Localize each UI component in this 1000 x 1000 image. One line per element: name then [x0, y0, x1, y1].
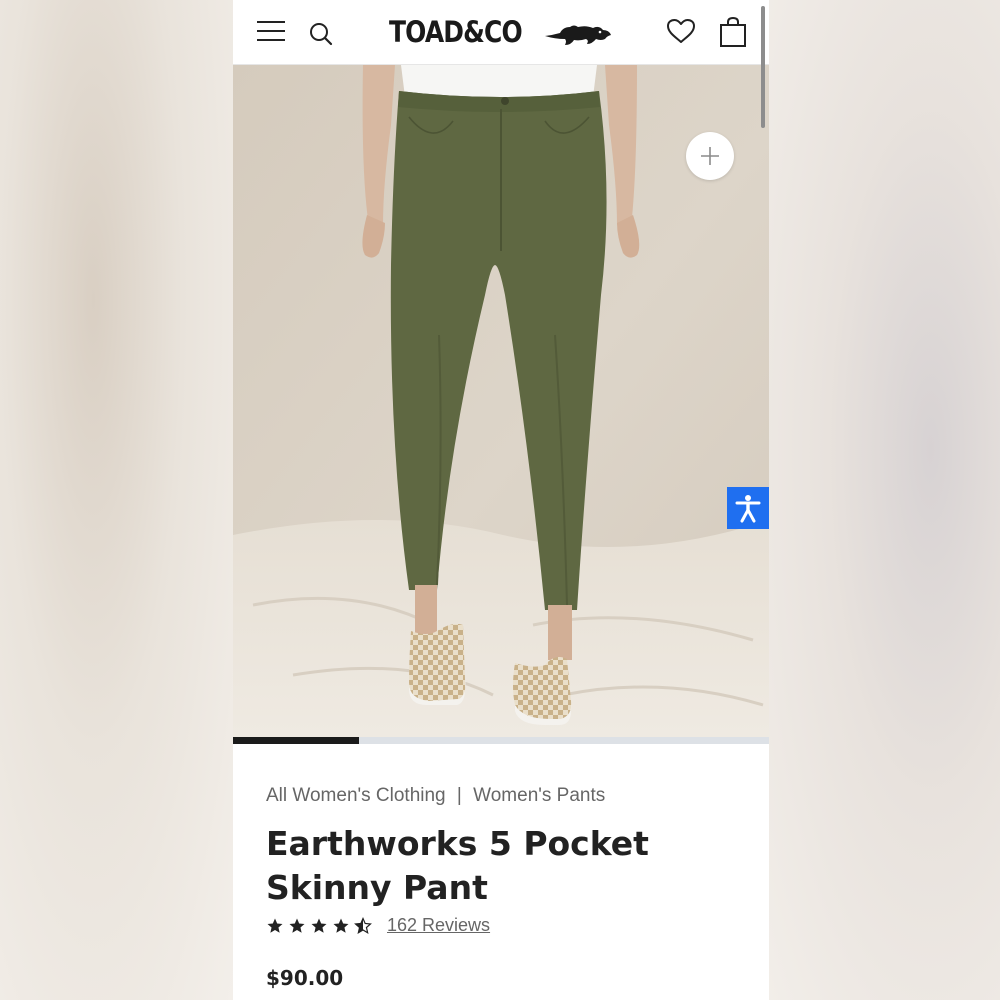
bag-button[interactable]: [715, 14, 751, 50]
product-rating[interactable]: 162 Reviews: [266, 915, 490, 936]
accessibility-button[interactable]: [727, 487, 769, 529]
breadcrumb: All Women's Clothing | Women's Pants: [266, 785, 605, 807]
carousel-progress: [233, 737, 769, 744]
plus-icon: [701, 147, 719, 165]
toad-logo-icon: [545, 25, 611, 45]
half-star-icon: [354, 916, 372, 934]
product-price: $90.00: [266, 966, 344, 990]
site-header: TOAD&CO: [233, 0, 769, 65]
breadcrumb-separator: |: [456, 785, 462, 806]
wishlist-button[interactable]: [663, 14, 699, 50]
heart-icon: [667, 19, 695, 43]
scrollbar-thumb[interactable]: [761, 6, 765, 128]
reviews-link[interactable]: 162 Reviews: [387, 915, 490, 936]
star-icon: [289, 918, 305, 933]
product-image[interactable]: [233, 65, 769, 737]
star-rating: [266, 916, 372, 935]
phone-screen: TOAD&CO All Women's Clothing | Women's P…: [233, 0, 769, 1000]
star-icon: [333, 918, 349, 933]
shopping-bag-icon: [720, 16, 746, 47]
search-icon: [310, 23, 333, 46]
star-icon: [267, 918, 283, 933]
carousel-progress-fill: [233, 737, 359, 744]
menu-button[interactable]: [253, 14, 289, 50]
product-title: Earthworks 5 Pocket Skinny Pant: [266, 824, 649, 907]
menu-icon: [257, 21, 285, 41]
background-left: [0, 0, 233, 1000]
breadcrumb-link-womens-pants[interactable]: Women's Pants: [473, 785, 605, 806]
zoom-button[interactable]: [686, 132, 734, 180]
breadcrumb-link-womens-clothing[interactable]: All Women's Clothing: [266, 785, 446, 806]
background-right: [768, 0, 1000, 1000]
brand-name: TOAD&CO: [389, 15, 523, 49]
accessibility-icon: [735, 495, 761, 523]
star-icon: [311, 918, 327, 933]
brand-logo[interactable]: TOAD&CO: [389, 14, 611, 50]
search-button[interactable]: [303, 14, 339, 50]
